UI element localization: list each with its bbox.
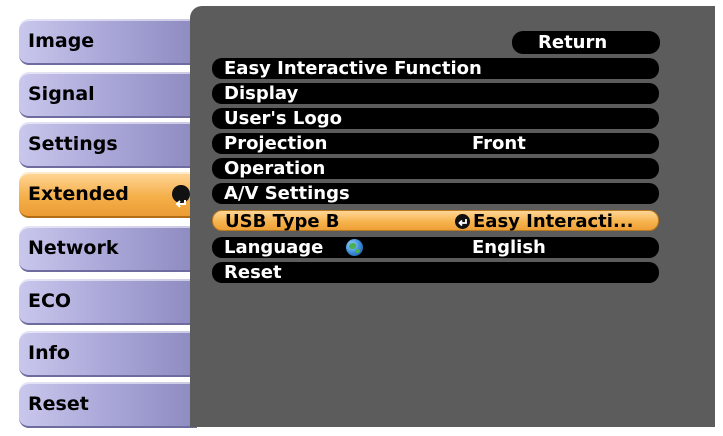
tab-eco[interactable]: ECO [19,279,197,325]
tab-settings-label: Settings [28,133,118,155]
menu-row-label: Projection [224,133,328,154]
tab-image[interactable]: Image [19,19,197,65]
menu-row-users-logo[interactable]: User's Logo [212,108,659,129]
menu-row-value: English [472,237,546,258]
tab-image-label: Image [28,30,95,52]
tab-info[interactable]: Info [19,331,197,377]
tab-settings[interactable]: Settings [19,122,197,168]
menu-row-label: Easy Interactive Function [224,58,482,79]
tab-eco-label: ECO [28,290,72,312]
menu-row-reset[interactable]: Reset [212,262,659,283]
menu-row-label: Language [224,237,324,258]
menu-row-label: Reset [224,262,282,283]
tab-info-label: Info [28,342,70,364]
menu-row-operation[interactable]: Operation [212,158,659,179]
menu-row-projection[interactable]: Projection Front [212,133,659,154]
enter-icon [455,214,470,229]
return-label: Return [538,32,608,53]
menu-row-label: Operation [224,158,326,179]
return-button[interactable]: Return [512,31,660,54]
tab-network-label: Network [28,237,119,259]
menu-row-label: Display [224,83,299,104]
tab-extended-label: Extended [28,183,129,205]
menu-row-label: A/V Settings [224,183,350,204]
menu-row-easy-interactive-function[interactable]: Easy Interactive Function [212,58,659,79]
menu-row-av-settings[interactable]: A/V Settings [212,183,659,204]
menu-row-display[interactable]: Display [212,83,659,104]
menu-row-language[interactable]: Language English [212,237,659,258]
tab-signal[interactable]: Signal [19,72,197,118]
tab-reset[interactable]: Reset [19,382,197,428]
enter-icon [172,185,190,208]
tab-reset-label: Reset [28,393,89,415]
tab-network[interactable]: Network [19,226,197,272]
tab-extended[interactable]: Extended [19,172,199,218]
tab-signal-label: Signal [28,83,95,105]
menu-row-label: User's Logo [224,108,342,129]
menu-row-label: USB Type B [225,211,340,232]
menu-row-value: Front [472,133,526,154]
menu-row-value: Easy Interacti... [473,211,634,232]
menu-row-usb-type-b[interactable]: USB Type B Easy Interacti... [212,210,659,232]
globe-icon [346,239,363,256]
